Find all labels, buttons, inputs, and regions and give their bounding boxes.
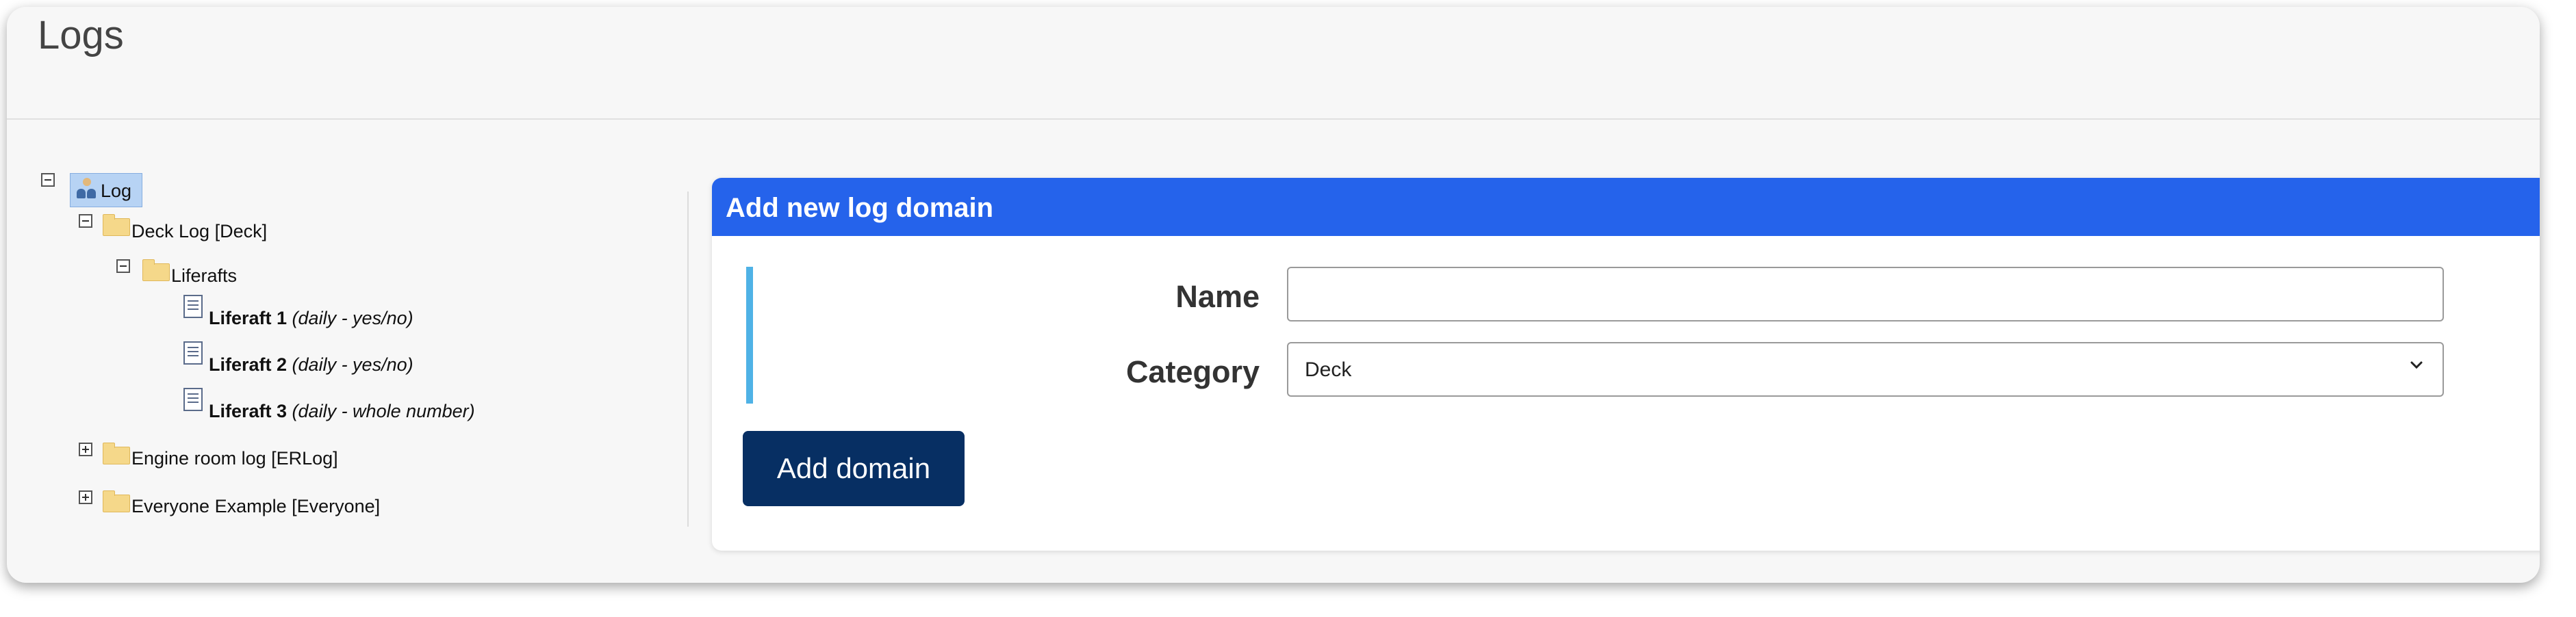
log-tree: Log Deck Log [Deck] Liferafts Liferaft 1… <box>7 118 691 542</box>
document-icon <box>183 295 203 318</box>
category-selected-value: Deck <box>1305 358 1352 381</box>
divider <box>687 192 689 527</box>
item-type: (daily - yes/no) <box>292 354 413 375</box>
folder-icon <box>103 443 130 464</box>
folder-icon <box>142 259 170 281</box>
folder-icon <box>103 214 130 236</box>
item-name: Liferaft 2 <box>209 354 288 375</box>
expand-everyone-toggle[interactable] <box>79 490 92 504</box>
tree-node-liferaft-1[interactable]: Liferaft 1 (daily - yes/no) <box>209 308 413 329</box>
category-label: Category <box>1125 354 1260 389</box>
name-input[interactable] <box>1287 267 2444 321</box>
chevron-down-icon <box>2410 361 2423 369</box>
logs-card: Logs Log Deck Log [Deck] Liferafts Lifer… <box>7 7 2540 583</box>
tree-node-everyone-example[interactable]: Everyone Example [Everyone] <box>131 496 380 517</box>
add-domain-button[interactable]: Add domain <box>743 431 965 506</box>
tree-node-deck-log[interactable]: Deck Log [Deck] <box>131 221 267 242</box>
panel-header: Add new log domain <box>712 178 2540 236</box>
tree-node-liferafts[interactable]: Liferafts <box>171 265 237 287</box>
category-select[interactable]: Deck <box>1287 342 2444 397</box>
item-type: (daily - whole number) <box>292 401 475 421</box>
item-name: Liferaft 3 <box>209 401 288 421</box>
collapse-root-toggle[interactable] <box>41 173 55 187</box>
tree-node-log[interactable]: Log <box>70 173 142 207</box>
page-header: Logs <box>7 7 2540 120</box>
collapse-deck-toggle[interactable] <box>79 214 92 228</box>
tree-node-liferaft-2[interactable]: Liferaft 2 (daily - yes/no) <box>209 354 413 376</box>
page-title: Logs <box>38 13 124 57</box>
expand-engine-toggle[interactable] <box>79 443 92 456</box>
item-name: Liferaft 1 <box>209 308 288 328</box>
users-icon <box>76 178 97 201</box>
panel-title: Add new log domain <box>726 193 994 223</box>
add-log-domain-panel: Add new log domain Name Category Deck Ad… <box>712 178 2540 551</box>
name-label: Name <box>1175 279 1260 314</box>
accent-bar <box>746 267 753 404</box>
collapse-liferafts-toggle[interactable] <box>116 259 130 273</box>
document-icon <box>183 388 203 411</box>
tree-node-log-label: Log <box>101 181 132 201</box>
tree-node-engine-room-log[interactable]: Engine room log [ERLog] <box>131 448 338 469</box>
item-type: (daily - yes/no) <box>292 308 413 328</box>
folder-icon <box>103 490 130 512</box>
tree-node-liferaft-3[interactable]: Liferaft 3 (daily - whole number) <box>209 401 475 422</box>
document-icon <box>183 341 203 365</box>
